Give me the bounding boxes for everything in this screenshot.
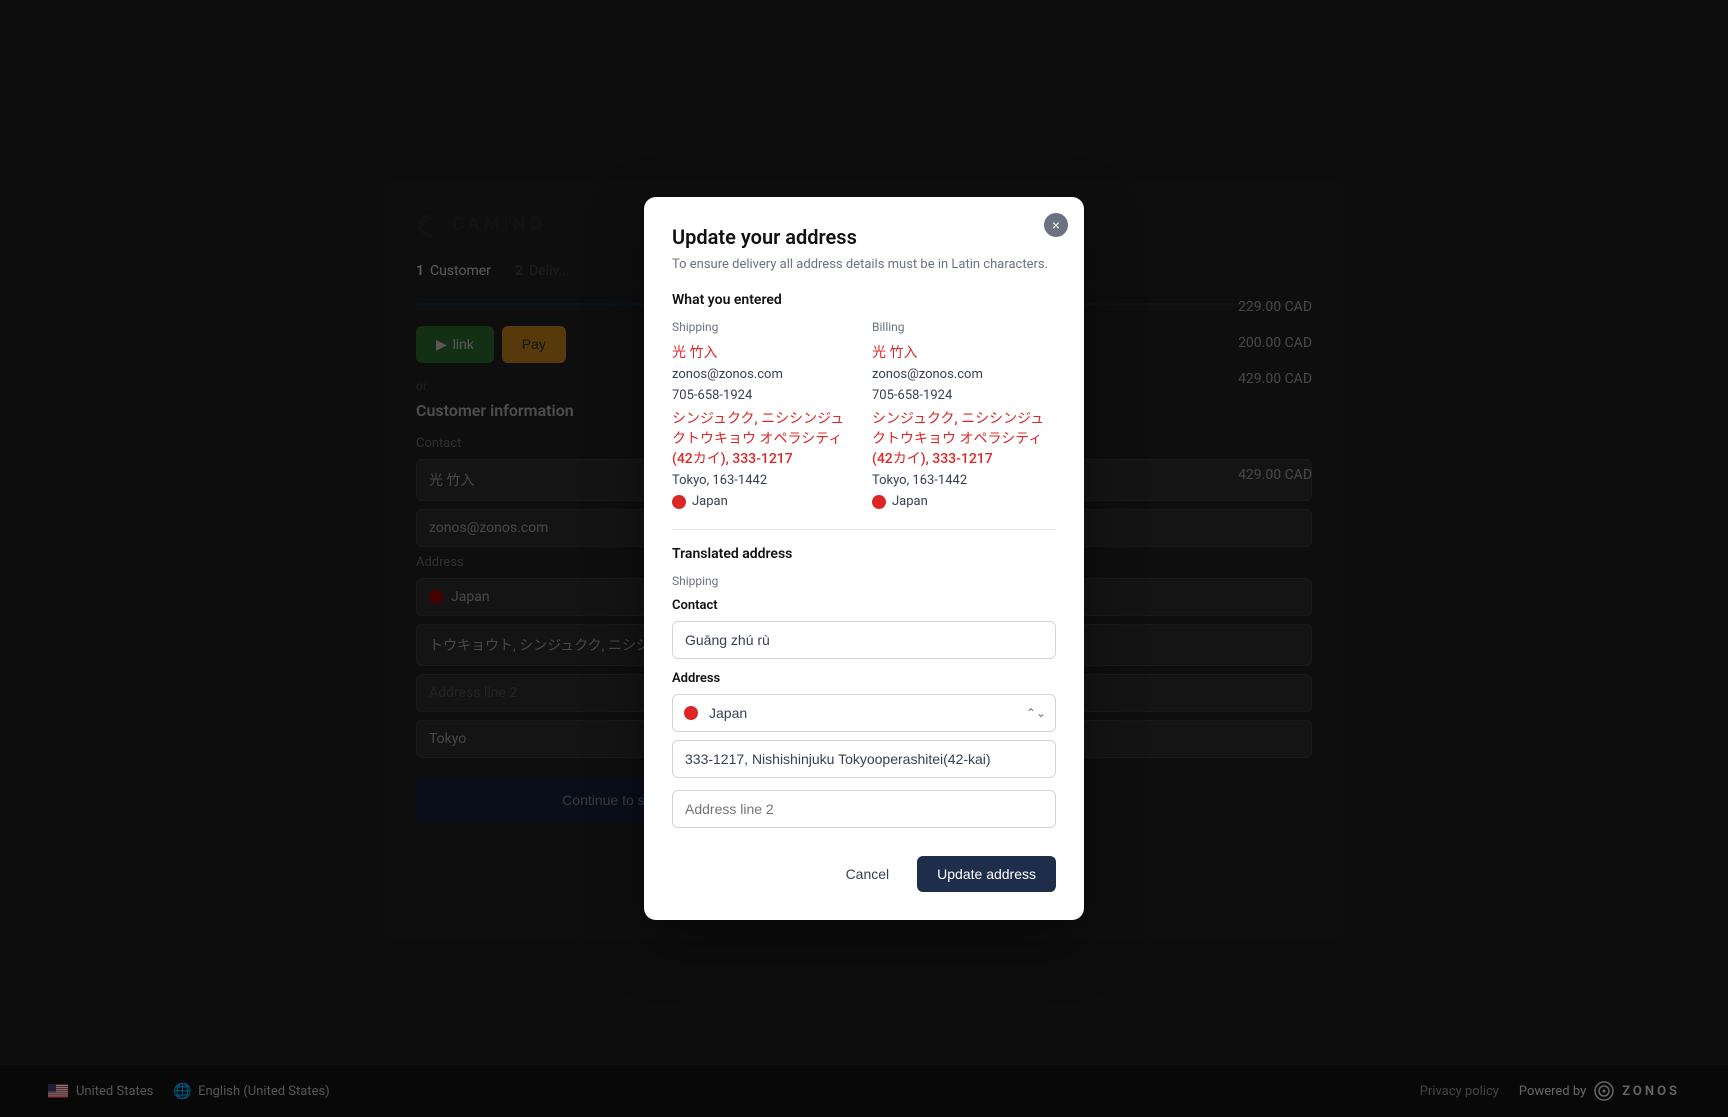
translated-shipping-label: Shipping <box>672 574 1056 588</box>
billing-column: Billing 光 竹入 zonos@zonos.com 705-658-192… <box>872 320 1056 510</box>
cancel-button[interactable]: Cancel <box>830 856 906 892</box>
shipping-email: zonos@zonos.com <box>672 366 856 384</box>
contact-section-label: Contact <box>672 598 1056 613</box>
shipping-non-latin-name: 光 竹入 <box>672 342 856 362</box>
billing-address-non-latin: シンジュクク, ニシシンジュクトウキョウ オペラシティ(42カイ), 333-1… <box>872 408 1056 468</box>
modal-overlay: × Update your address To ensure delivery… <box>0 0 1728 1117</box>
modal-footer: Cancel Update address <box>672 856 1056 892</box>
billing-non-latin-name: 光 竹入 <box>872 342 1056 362</box>
update-address-modal: × Update your address To ensure delivery… <box>644 197 1084 921</box>
modal-subtitle: To ensure delivery all address details m… <box>672 257 1056 272</box>
country-select-dropdown[interactable]: Japan United States Canada <box>672 694 1056 732</box>
billing-phone: 705-658-1924 <box>872 387 1056 405</box>
shipping-city-state: Tokyo, 163-1442 <box>672 472 856 490</box>
contact-name-input[interactable] <box>672 621 1056 659</box>
shipping-column: Shipping 光 竹入 zonos@zonos.com 705-658-19… <box>672 320 856 510</box>
address-line1-input[interactable] <box>672 740 1056 778</box>
shipping-country-name: Japan <box>692 494 728 509</box>
modal-close-button[interactable]: × <box>1044 213 1068 237</box>
what-you-entered-label: What you entered <box>672 292 1056 308</box>
address-line2-input[interactable] <box>672 790 1056 828</box>
shipping-address-non-latin: シンジュクク, ニシシンジュクトウキョウ オペラシティ(42カイ), 333-1… <box>672 408 856 468</box>
billing-city-state: Tokyo, 163-1442 <box>872 472 1056 490</box>
update-address-button[interactable]: Update address <box>917 856 1056 892</box>
billing-country-name: Japan <box>892 494 928 509</box>
update-label: Update address <box>937 866 1036 882</box>
modal-title: Update your address <box>672 225 1056 249</box>
billing-email: zonos@zonos.com <box>872 366 1056 384</box>
shipping-phone: 705-658-1924 <box>672 387 856 405</box>
address-section-label: Address <box>672 671 1056 686</box>
translated-address-label: Translated address <box>672 546 1056 562</box>
address-columns: Shipping 光 竹入 zonos@zonos.com 705-658-19… <box>672 320 1056 510</box>
shipping-col-header: Shipping <box>672 320 856 334</box>
modal-close-icon: × <box>1052 218 1060 232</box>
billing-col-header: Billing <box>872 320 1056 334</box>
cancel-label: Cancel <box>846 866 890 882</box>
country-select-wrapper: Japan United States Canada ⌃⌄ <box>672 694 1056 732</box>
shipping-flag-dot <box>672 495 686 509</box>
billing-flag-dot <box>872 495 886 509</box>
shipping-country-row: Japan <box>672 494 856 509</box>
divider <box>672 529 1056 530</box>
billing-country-row: Japan <box>872 494 1056 509</box>
